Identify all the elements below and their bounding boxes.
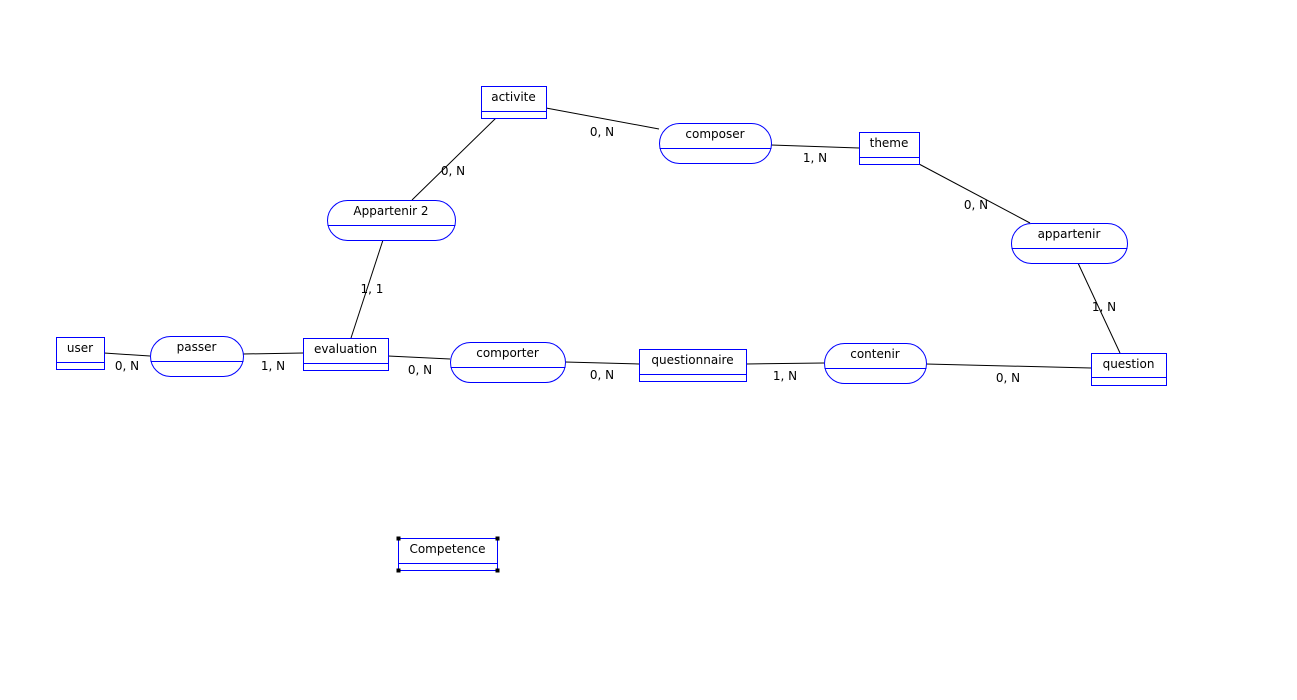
link-line[interactable] (918, 163, 1031, 224)
link-activite-composer[interactable]: 0, N (545, 107, 660, 139)
entity-evaluation[interactable]: evaluation (303, 338, 389, 371)
association-appartenir[interactable]: appartenir (1011, 223, 1128, 264)
cardinality-label: 0, N (115, 359, 139, 373)
cardinality-label: 1, N (1092, 300, 1116, 314)
link-questionnaire-contenir[interactable]: 1, N (745, 362, 825, 383)
entity-activite[interactable]: activite (481, 86, 547, 119)
link-line[interactable] (387, 355, 451, 360)
association-contenir[interactable]: contenir (824, 343, 927, 384)
association-appartenir2[interactable]: Appartenir 2 (327, 200, 456, 241)
association-name: comporter (476, 346, 539, 360)
association-name: Appartenir 2 (353, 204, 428, 218)
cardinality-label: 1, 1 (361, 282, 384, 296)
association-composer[interactable]: composer (659, 123, 772, 164)
entity-theme[interactable]: theme (859, 132, 920, 165)
entity-name: theme (870, 136, 909, 150)
entity-name: Competence (409, 542, 485, 556)
link-line[interactable] (242, 352, 304, 355)
link-line[interactable] (564, 361, 640, 365)
cardinality-label: 1, N (261, 359, 285, 373)
link-line[interactable] (770, 144, 860, 149)
cardinality-label: 0, N (408, 363, 432, 377)
link-activite-appartenir2[interactable]: 0, N (411, 117, 497, 201)
entity-questionnaire[interactable]: questionnaire (639, 349, 747, 382)
selection-handle[interactable] (396, 536, 401, 541)
association-comporter[interactable]: comporter (450, 342, 566, 383)
link-questionnaire-comporter[interactable]: 0, N (564, 361, 640, 382)
cardinality-label: 0, N (441, 164, 465, 178)
cardinality-label: 0, N (996, 371, 1020, 385)
selection-handle[interactable] (495, 536, 500, 541)
entity-name: activite (491, 90, 536, 104)
cardinality-label: 0, N (590, 368, 614, 382)
entity-question[interactable]: question (1091, 353, 1167, 386)
entity-name: question (1103, 357, 1155, 371)
entity-user[interactable]: user (56, 337, 105, 370)
link-theme-appartenir[interactable]: 0, N (918, 163, 1031, 224)
link-user-passer[interactable]: 0, N (103, 352, 151, 373)
selection-handle[interactable] (495, 568, 500, 573)
link-line[interactable] (411, 117, 497, 201)
selection-handle[interactable] (396, 568, 401, 573)
link-evaluation-comporter[interactable]: 0, N (387, 355, 451, 377)
association-name: composer (685, 127, 744, 141)
entity-competence[interactable]: Competence (396, 536, 500, 573)
link-line[interactable] (103, 352, 151, 357)
entity-name: evaluation (314, 342, 377, 356)
cardinality-label: 1, N (773, 369, 797, 383)
link-line[interactable] (745, 362, 825, 365)
cardinality-label: 0, N (964, 198, 988, 212)
cardinality-label: 1, N (803, 151, 827, 165)
link-theme-composer[interactable]: 1, N (770, 144, 860, 165)
association-name: passer (177, 340, 217, 354)
association-name: contenir (850, 347, 900, 361)
entity-name: user (67, 341, 93, 355)
link-line[interactable] (925, 363, 1092, 369)
association-name: appartenir (1038, 227, 1101, 241)
link-question-appartenir[interactable]: 1, N (1077, 262, 1121, 354)
link-question-contenir[interactable]: 0, N (925, 363, 1092, 385)
diagram-canvas[interactable]: 0, N 1, N 0, N 0, N 1, N 0, N 1, N 0, N 1, N 0, N… (0, 0, 1297, 700)
entity-name: questionnaire (651, 353, 733, 367)
cardinality-label: 0, N (590, 125, 614, 139)
association-passer[interactable]: passer (150, 336, 244, 377)
link-evaluation-passer[interactable]: 1, N (242, 352, 304, 373)
link-evaluation-appartenir2[interactable]: 1, 1 (350, 239, 384, 339)
